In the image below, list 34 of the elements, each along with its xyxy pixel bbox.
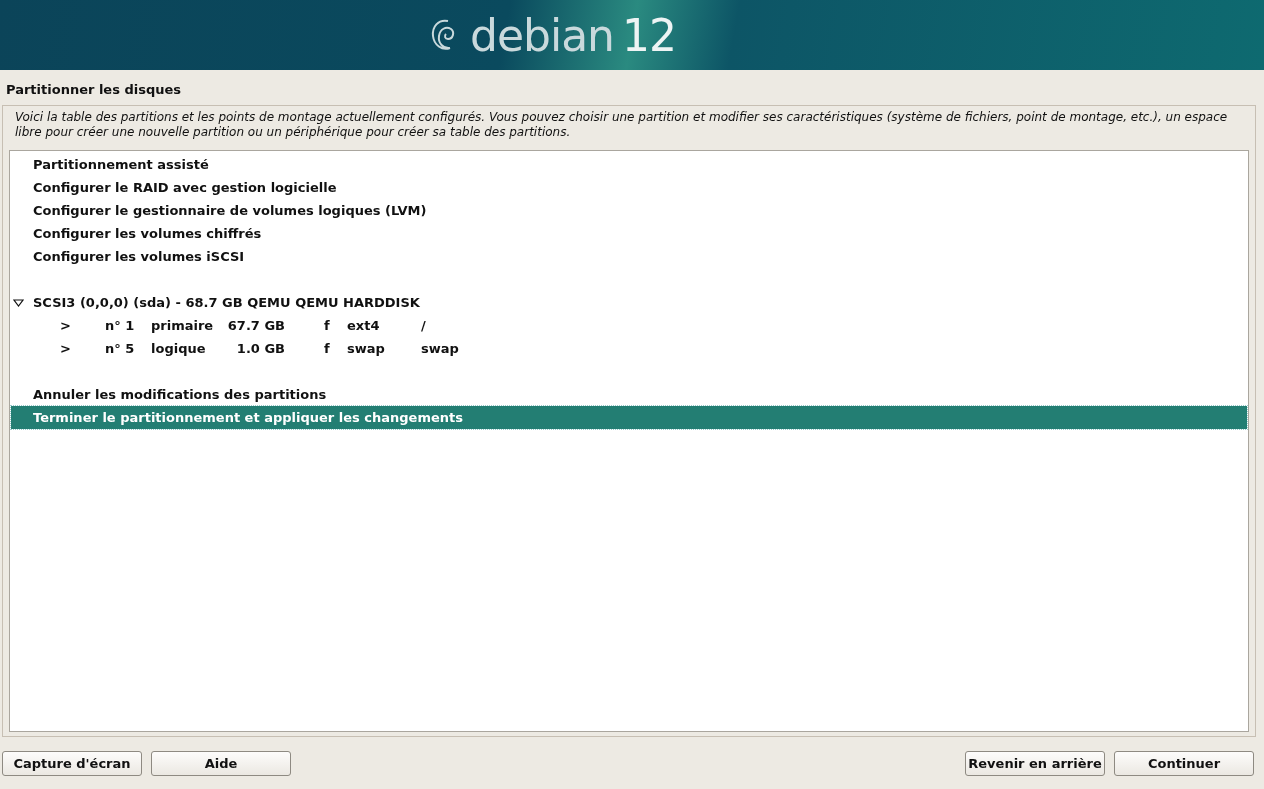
page-title: Partitionner les disques [5, 81, 183, 99]
partition-mount: / [421, 318, 427, 333]
partition-filesystem: swap [347, 341, 386, 356]
menu-item[interactable]: Configurer le gestionnaire de volumes logiques (LVM) [11, 199, 1247, 222]
partition-marker: > [60, 318, 72, 333]
version-text: 12 [622, 9, 676, 61]
format-flag-text: f [324, 318, 331, 333]
menu-item[interactable]: Configurer les volumes iSCSI [11, 245, 1247, 268]
menu-item[interactable]: Partitionnement assisté [11, 153, 1247, 176]
menu-item[interactable]: Configurer les volumes chiffrés [11, 222, 1247, 245]
menu-item[interactable]: Configurer le RAID avec gestion logicielle [11, 176, 1247, 199]
partition-type: logique [151, 341, 207, 356]
footer-button[interactable]: Continuer [1114, 750, 1254, 776]
partition-marker: > [60, 341, 72, 356]
partition-filesystem: ext4 [347, 318, 381, 333]
collapse-triangle-icon[interactable] [13, 298, 24, 307]
partition-item[interactable]: > n° 5 logique 1.0 GB f swap swap [11, 337, 1247, 360]
partition-type: primaire [151, 318, 215, 333]
partition-number: n° 1 [105, 318, 136, 333]
logo-text: debian 12 [470, 9, 676, 61]
footer-button[interactable]: Aide [151, 750, 291, 776]
footer-button[interactable]: Revenir en arrière [965, 750, 1105, 776]
format-flag-text: f [324, 341, 331, 356]
partition-size: 67.7 GB [226, 318, 285, 333]
disk-label: SCSI3 (0,0,0) (sda) - 68.7 GB QEMU QEMU HARDDISK [33, 295, 420, 310]
menu-item[interactable]: Terminer le partitionnement et appliquer les changements [11, 406, 1247, 429]
disk-item[interactable]: SCSI3 (0,0,0) (sda) - 68.7 GB QEMU QEMU HARDDISK [11, 291, 1247, 314]
footer-button[interactable]: Capture d'écran [2, 750, 142, 776]
partition-number: n° 5 [105, 341, 136, 356]
partition-size: 1.0 GB [235, 341, 285, 356]
partition-mount: swap [421, 341, 460, 356]
description-text: Voici la table des partitions et les points de montage actuellement configurés. Vous pouvez choisir une partition et modifier ses caractéristiques (système de fichiers, point de montage, etc.), un espace libre pour créer une nouvelle partition ou un périphérique pour créer sa table des partitions. [14, 110, 1229, 141]
menu-item[interactable]: Annuler les modifications des partitions [11, 383, 1247, 406]
partition-item[interactable]: > n° 1 primaire 67.7 GB f ext4 / [11, 314, 1247, 337]
